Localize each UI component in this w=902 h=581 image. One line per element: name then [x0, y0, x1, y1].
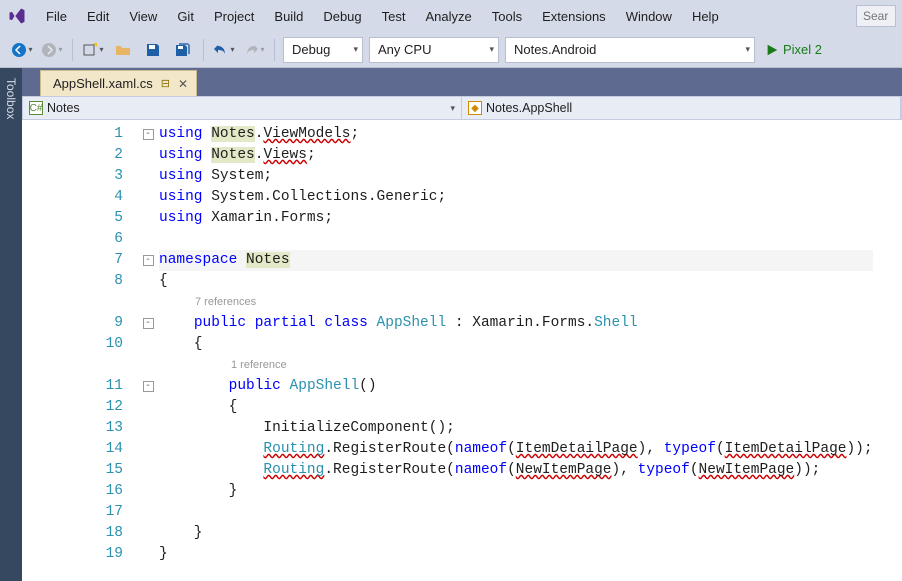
csharp-icon: C# — [29, 101, 43, 115]
pin-icon[interactable]: ⊟ — [161, 77, 170, 90]
new-project-button[interactable]: ▾ — [79, 37, 107, 63]
class-icon: ◆ — [468, 101, 482, 115]
menu-edit[interactable]: Edit — [77, 3, 119, 30]
menu-search-input[interactable] — [856, 5, 896, 27]
open-file-button[interactable] — [109, 37, 137, 63]
startup-project-combo[interactable]: Notes.Android▾ — [505, 37, 755, 63]
menu-test[interactable]: Test — [372, 3, 416, 30]
codelens[interactable]: 1 reference — [159, 355, 873, 376]
menu-build[interactable]: Build — [264, 3, 313, 30]
tab-title: AppShell.xaml.cs — [53, 76, 153, 91]
menu-file[interactable]: File — [36, 3, 77, 30]
fold-column: - - - - — [137, 120, 159, 581]
menu-window[interactable]: Window — [616, 3, 682, 30]
nav-type-combo[interactable]: ◆ Notes.AppShell — [462, 97, 901, 119]
menu-view[interactable]: View — [119, 3, 167, 30]
line-number-gutter: 12345678 910 111213141516171819 — [22, 120, 137, 581]
platform-combo[interactable]: Any CPU▾ — [369, 37, 499, 63]
editor-tab-active[interactable]: AppShell.xaml.cs ⊟ ✕ — [40, 70, 197, 96]
undo-button[interactable]: ▾ — [210, 37, 238, 63]
fold-toggle[interactable]: - — [143, 381, 154, 392]
editor-tabbar: AppShell.xaml.cs ⊟ ✕ — [22, 68, 902, 96]
configuration-combo[interactable]: Debug▾ — [283, 37, 363, 63]
start-debug-button[interactable]: Pixel 2 — [759, 42, 828, 57]
toolbox-sidestrip[interactable]: Toolbox — [0, 68, 22, 581]
workspace: AppShell.xaml.cs ⊟ ✕ C# Notes ▾ ◆ Notes.… — [22, 68, 902, 581]
nav-back-button[interactable]: ▾ — [8, 37, 36, 63]
menu-project[interactable]: Project — [204, 3, 264, 30]
menu-git[interactable]: Git — [167, 3, 204, 30]
nav-forward-button[interactable]: ▾ — [38, 37, 66, 63]
menu-tools[interactable]: Tools — [482, 3, 532, 30]
fold-toggle[interactable]: - — [143, 255, 154, 266]
editor-navbar: C# Notes ▾ ◆ Notes.AppShell — [22, 96, 902, 120]
menu-help[interactable]: Help — [682, 3, 729, 30]
codelens[interactable]: 7 references — [159, 292, 873, 313]
fold-toggle[interactable]: - — [143, 318, 154, 329]
save-all-button[interactable] — [169, 37, 197, 63]
save-button[interactable] — [139, 37, 167, 63]
menu-extensions[interactable]: Extensions — [532, 3, 616, 30]
code-editor[interactable]: 12345678 910 111213141516171819 - - - - usi… — [22, 120, 902, 581]
menu-debug[interactable]: Debug — [313, 3, 371, 30]
vs-logo-icon — [6, 5, 28, 27]
fold-toggle[interactable]: - — [143, 129, 154, 140]
close-icon[interactable]: ✕ — [178, 77, 188, 91]
redo-button[interactable]: ▾ — [240, 37, 268, 63]
menu-analyze[interactable]: Analyze — [415, 3, 481, 30]
code-area[interactable]: using Notes.ViewModels;using Notes.Views… — [159, 120, 873, 581]
menubar: FileEditViewGitProjectBuildDebugTestAnal… — [0, 0, 902, 32]
toolbar: ▾ ▾ ▾ ▾ ▾ Debug▾ Any CPU▾ Notes.Android▾… — [0, 32, 902, 68]
nav-project-combo[interactable]: C# Notes ▾ — [23, 97, 462, 119]
